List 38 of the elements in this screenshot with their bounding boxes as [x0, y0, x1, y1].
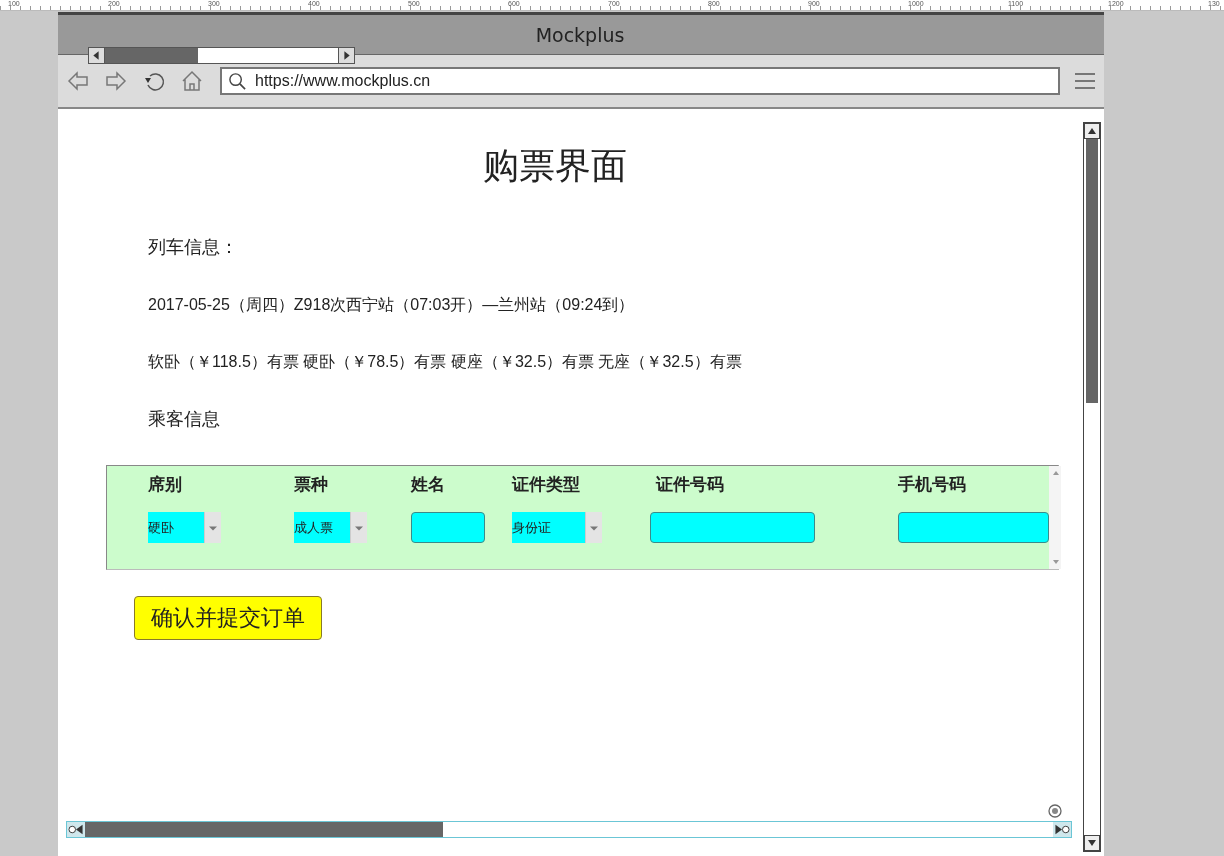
column-header: 姓名 — [411, 473, 446, 496]
scroll-left-icon[interactable] — [67, 822, 85, 837]
caret-icon — [585, 512, 602, 543]
back-icon[interactable] — [66, 69, 90, 93]
menu-icon[interactable] — [1074, 72, 1096, 90]
section-label: 列车信息： — [148, 235, 239, 259]
scroll-thumb[interactable] — [105, 48, 199, 63]
search-icon — [228, 71, 247, 91]
scroll-up-icon[interactable] — [1084, 123, 1100, 139]
caret-icon — [350, 512, 367, 543]
column-header: 证件号码 — [656, 473, 725, 496]
address-field[interactable]: https://www.mockplus.cn — [220, 67, 1060, 95]
submit-button[interactable]: 确认并提交订单 — [134, 596, 322, 640]
column-header: 票种 — [294, 473, 329, 496]
scroll-right-icon[interactable] — [1053, 822, 1071, 837]
page-title: 购票界面 — [481, 144, 628, 188]
column-header: 证件类型 — [512, 473, 581, 496]
scroll-down-icon[interactable] — [1084, 835, 1100, 851]
horizontal-scrollbar[interactable] — [66, 821, 1072, 838]
ticket-prices: 软卧（￥118.5）有票 硬卧（￥78.5）有票 硬座（￥32.5）有票 无座（￥32.5）有票 — [148, 352, 743, 372]
input-field[interactable] — [650, 512, 815, 543]
vertical-scrollbar[interactable] — [1083, 122, 1101, 852]
section-label: 乘客信息 — [148, 407, 221, 431]
horizontal-scrollbar[interactable] — [88, 47, 355, 64]
window-title: Mockplus — [535, 23, 625, 46]
caret-icon — [204, 512, 221, 543]
input-field[interactable] — [411, 512, 485, 543]
scroll-left-icon[interactable] — [89, 48, 104, 63]
target-icon — [1048, 804, 1062, 818]
scroll-thumb[interactable] — [85, 822, 444, 837]
train-info: 2017-05-25（周四）Z918次西宁站（07:03开）—兰州站（09:24到） — [148, 295, 636, 315]
home-icon[interactable] — [180, 69, 204, 93]
column-header: 手机号码 — [898, 473, 967, 496]
scroll-right-icon[interactable] — [339, 48, 354, 63]
input-field[interactable] — [898, 512, 1049, 543]
forward-icon[interactable] — [104, 69, 128, 93]
column-header: 席别 — [148, 473, 183, 496]
scroll-thumb[interactable] — [1086, 139, 1098, 404]
